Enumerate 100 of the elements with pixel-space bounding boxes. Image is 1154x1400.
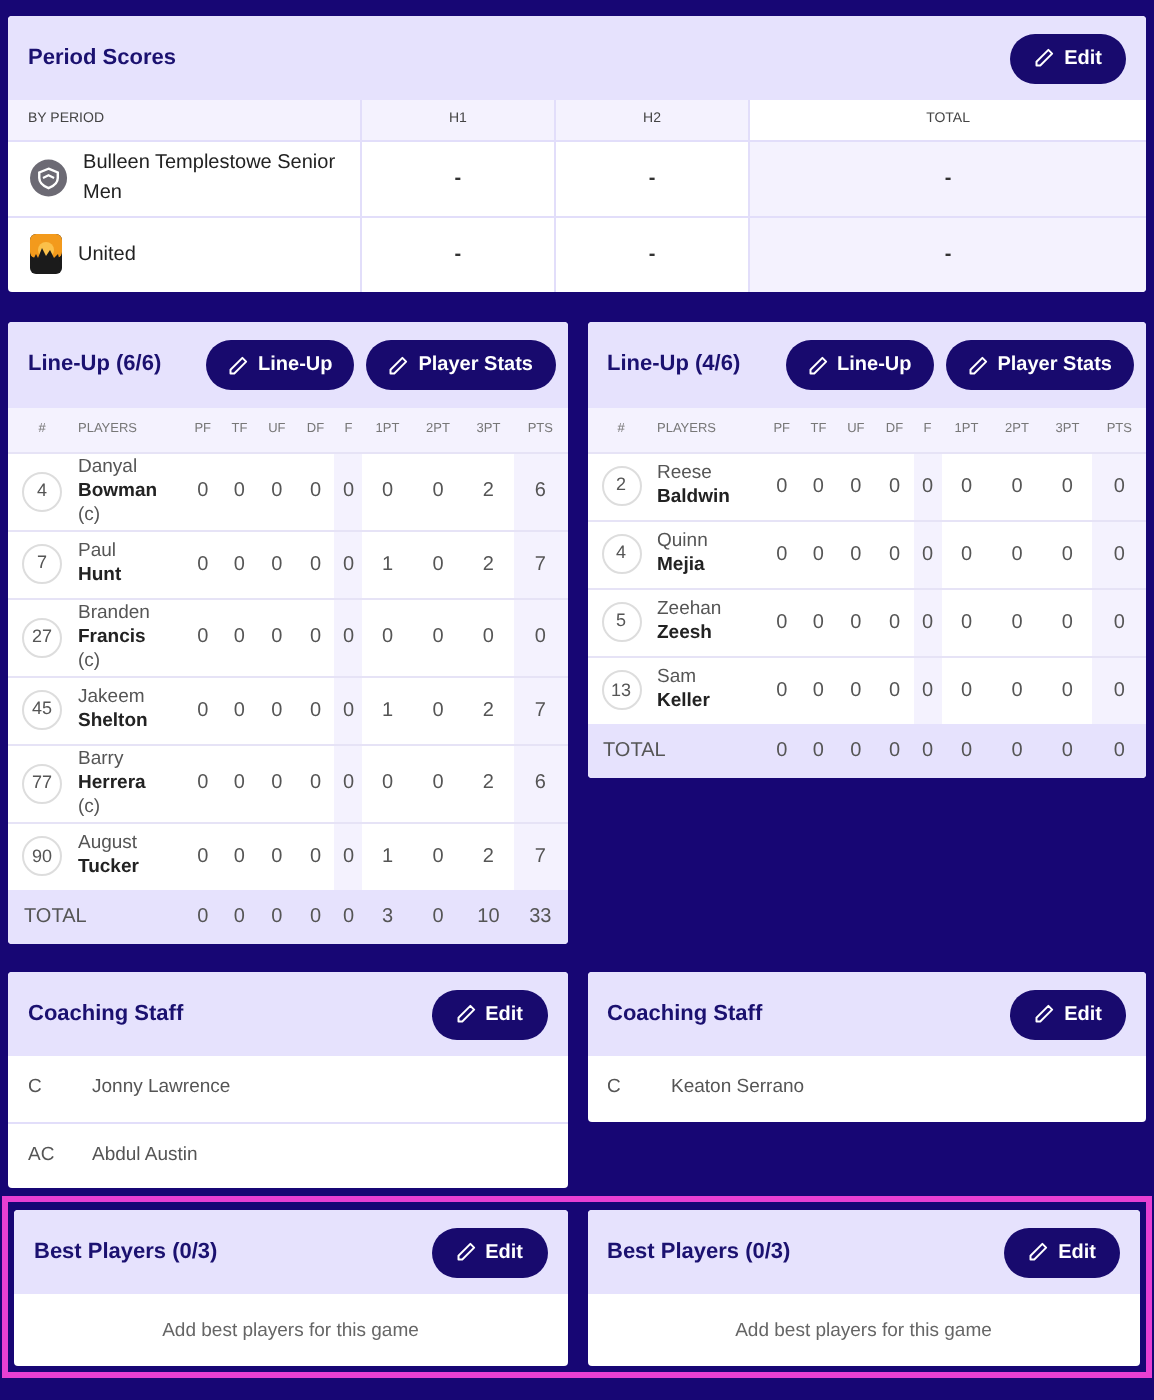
total-cell: 0 — [991, 724, 1043, 778]
last-name: Bowman — [78, 479, 160, 503]
edit-button[interactable]: Edit — [1010, 989, 1126, 1039]
team-name: Bulleen Templestowe Senior Men — [83, 150, 338, 208]
pencil-icon — [228, 355, 249, 375]
card-title: Best Players (0/3) — [607, 1237, 791, 1268]
last-name: Shelton — [78, 710, 150, 734]
total-cell: 0 — [296, 890, 335, 944]
staff-role: C — [607, 1074, 623, 1103]
stat-cell: 0 — [1092, 588, 1146, 656]
stat-cell: 0 — [513, 598, 567, 676]
first-name: Paul — [78, 540, 119, 564]
captain-mark: (c) — [78, 795, 103, 819]
stat-cell: 0 — [412, 676, 464, 744]
stat-cell: 0 — [941, 452, 992, 520]
edit-button[interactable]: Edit — [431, 989, 547, 1039]
stat-cell: 0 — [257, 598, 297, 676]
jersey-number: 27 — [22, 617, 62, 657]
total-label: TOTAL — [8, 890, 184, 944]
stat-cell: 0 — [334, 598, 363, 676]
stat-cell: 0 — [913, 520, 942, 588]
stat-cell: 1 — [362, 530, 413, 598]
captain-mark: (c) — [78, 649, 103, 673]
stat-cell: 0 — [800, 452, 837, 520]
stat-cell: 0 — [913, 656, 942, 724]
stat-cell: 0 — [257, 676, 297, 744]
edit-button[interactable]: Edit — [1010, 33, 1126, 83]
last-name: Baldwin — [657, 486, 732, 510]
edit-button[interactable]: Edit — [431, 1227, 547, 1277]
total-cell: 0 — [763, 724, 801, 778]
shield-logo-icon — [30, 158, 68, 198]
jersey-number: 7 — [22, 544, 62, 584]
pencil-icon — [1028, 1242, 1049, 1262]
stat-cell: 0 — [221, 452, 258, 530]
line-up-button[interactable]: Line-Up — [785, 340, 934, 390]
line-up-button[interactable]: Line-Up — [206, 340, 355, 390]
stat-cell: 0 — [913, 588, 942, 656]
edit-button[interactable]: Edit — [1004, 1227, 1120, 1277]
card-title: Period Scores — [28, 43, 176, 74]
jersey-number: 4 — [22, 471, 62, 511]
total-cell: 0 — [221, 890, 258, 944]
stat-cell: 0 — [334, 452, 363, 530]
total-cell: 0 — [1092, 724, 1146, 778]
score-cell: - — [749, 216, 1146, 292]
total-cell: 0 — [836, 724, 876, 778]
team-logo-icon — [30, 234, 62, 275]
jersey-number: 5 — [601, 602, 641, 642]
stat-cell: 0 — [1092, 656, 1146, 724]
score-cell: - — [360, 140, 555, 216]
stat-cell: 0 — [362, 744, 413, 822]
stat-cell: 7 — [513, 822, 567, 890]
player-stats-button[interactable]: Player Stats — [945, 340, 1134, 390]
stat-cell: 0 — [941, 520, 992, 588]
score-cell: - — [360, 216, 555, 292]
pencil-icon — [1034, 48, 1055, 68]
jersey-number: 77 — [22, 763, 62, 803]
stat-cell: 0 — [334, 744, 363, 822]
last-name: Hunt — [78, 564, 124, 588]
stat-cell: 0 — [991, 520, 1043, 588]
stat-cell: 0 — [221, 598, 258, 676]
jersey-number: 4 — [601, 534, 641, 574]
total-cell: 0 — [184, 890, 222, 944]
empty-message: Add best players for this game — [733, 1318, 994, 1346]
stat-cell: 0 — [362, 452, 413, 530]
stat-cell: 7 — [513, 676, 567, 744]
staff-role: C — [28, 1074, 44, 1103]
stat-cell: 6 — [513, 452, 567, 530]
total-cell: 0 — [412, 890, 464, 944]
total-cell: 0 — [1042, 724, 1093, 778]
total-cell: 0 — [800, 724, 837, 778]
stat-cell: 0 — [257, 744, 297, 822]
total-cell: 0 — [257, 890, 297, 944]
stat-cell: 0 — [1092, 520, 1146, 588]
stat-cell: 0 — [763, 452, 801, 520]
stat-cell: 0 — [1092, 452, 1146, 520]
first-name: Reese — [657, 462, 714, 486]
score-cell: - — [749, 140, 1146, 216]
team-name: United — [78, 241, 136, 270]
stat-cell: 6 — [513, 744, 567, 822]
stat-cell: 0 — [221, 676, 258, 744]
last-name: Zeesh — [657, 622, 714, 646]
last-name: Tucker — [78, 856, 141, 881]
stat-cell: 0 — [184, 530, 222, 598]
last-name: Francis — [78, 625, 148, 649]
staff-role: AC — [28, 1141, 56, 1170]
stat-cell: 0 — [334, 822, 363, 890]
player-stats-button[interactable]: Player Stats — [366, 340, 555, 390]
total-cell: 33 — [513, 890, 567, 944]
first-name: Zeehan — [657, 598, 724, 622]
stat-cell: 0 — [412, 530, 464, 598]
stat-cell: 0 — [836, 452, 876, 520]
pencil-icon — [388, 355, 409, 375]
stat-cell: 0 — [836, 588, 876, 656]
staff-name: Jonny Lawrence — [92, 1074, 231, 1103]
total-label: TOTAL — [587, 724, 763, 778]
card-title: Coaching Staff — [28, 999, 184, 1030]
card-title: Best Players (0/3) — [34, 1237, 218, 1268]
total-cell: 0 — [875, 724, 914, 778]
stat-cell: 0 — [763, 588, 801, 656]
stat-cell: 0 — [763, 520, 801, 588]
